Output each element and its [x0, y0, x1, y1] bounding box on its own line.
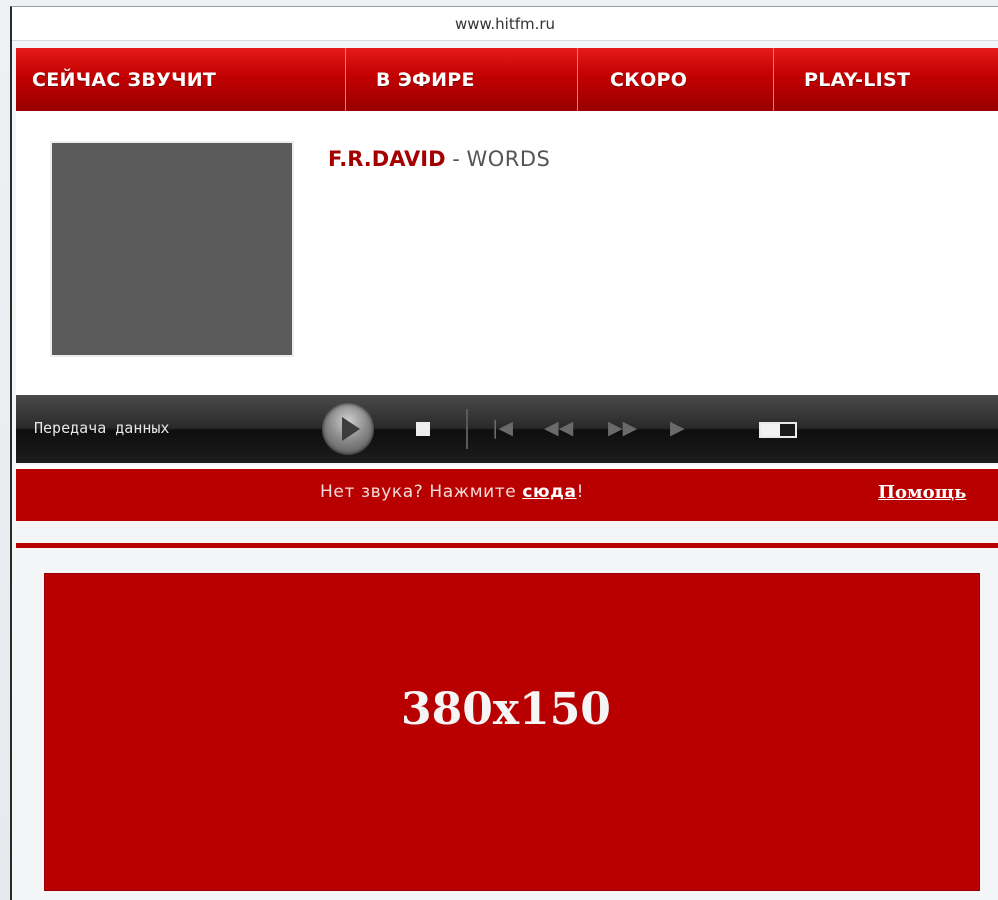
separator-line: [16, 543, 998, 548]
url-bar: www.hitfm.ru: [12, 7, 998, 41]
controls-divider: [466, 409, 468, 449]
here-link[interactable]: сюда: [522, 482, 576, 502]
no-sound-message: Нет звука? Нажмите сюда!: [320, 482, 584, 502]
tab-now-playing[interactable]: СЕЙЧАС ЗВУЧИТ: [16, 48, 346, 111]
player-window: www.hitfm.ru СЕЙЧАС ЗВУЧИТ В ЭФИРЕ СКОРО…: [10, 6, 998, 900]
tab-playlist[interactable]: PLAY-LIST: [774, 48, 998, 111]
album-cover: [50, 141, 294, 357]
track-artist: F.R.DAVID: [328, 147, 446, 171]
player-controls: Передача данных |◀ ◀◀ ▶▶ ▶: [16, 395, 998, 463]
previous-track-icon[interactable]: |◀: [492, 413, 513, 443]
tab-label: PLAY-LIST: [804, 68, 911, 91]
track-title: WORDS: [466, 147, 551, 171]
nav-bar: СЕЙЧАС ЗВУЧИТ В ЭФИРЕ СКОРО PLAY-LIST: [16, 48, 998, 111]
stop-icon[interactable]: [416, 422, 430, 436]
track-info: F.R.DAVID - WORDS: [328, 147, 550, 171]
help-link[interactable]: Помощь: [878, 482, 966, 503]
exclamation-mark: !: [576, 482, 584, 502]
ad-banner[interactable]: 380x150: [44, 573, 980, 891]
tab-on-air[interactable]: В ЭФИРЕ: [346, 48, 578, 111]
banner-size-label: 380x150: [401, 684, 611, 735]
play-icon[interactable]: [322, 403, 374, 455]
info-bar: Нет звука? Нажмите сюда! Помощь: [16, 465, 998, 521]
volume-slider[interactable]: [759, 422, 797, 438]
status-text: Передача данных: [34, 419, 170, 437]
tab-coming-soon[interactable]: СКОРО: [578, 48, 774, 111]
no-sound-text: Нет звука? Нажмите: [320, 482, 523, 502]
tab-label: В ЭФИРЕ: [376, 68, 475, 91]
tab-label: СЕЙЧАС ЗВУЧИТ: [32, 68, 217, 91]
url-text: www.hitfm.ru: [454, 15, 556, 33]
fast-forward-icon[interactable]: ▶▶: [608, 413, 637, 443]
track-separator: -: [445, 147, 467, 171]
volume-fill: [761, 424, 780, 436]
rewind-icon[interactable]: ◀◀: [544, 413, 573, 443]
page-frame: www.hitfm.ru СЕЙЧАС ЗВУЧИТ В ЭФИРЕ СКОРО…: [0, 0, 998, 900]
now-playing-panel: F.R.DAVID - WORDS: [16, 111, 998, 397]
tab-label: СКОРО: [610, 68, 688, 91]
next-track-icon[interactable]: ▶: [670, 413, 685, 443]
